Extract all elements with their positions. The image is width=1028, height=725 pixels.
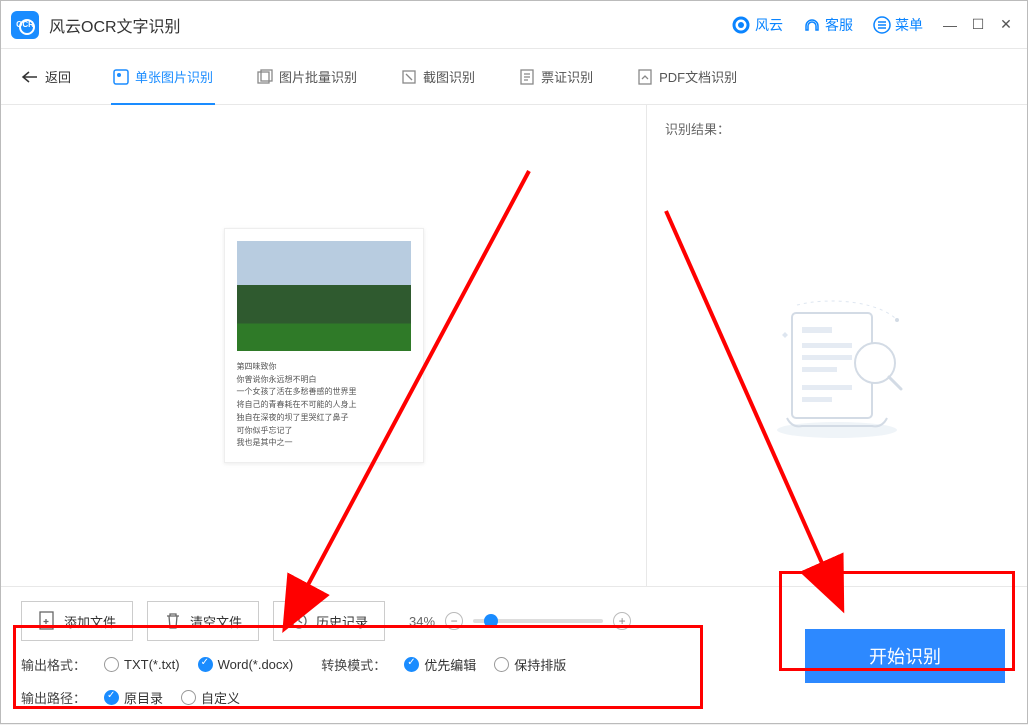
back-label: 返回 [45, 67, 71, 86]
tab-screenshot[interactable]: 截图识别 [399, 59, 477, 94]
path-custom-radio[interactable]: 自定义 [181, 688, 240, 707]
doc-line: 一个女孩了活在多愁善感的世界里 [237, 386, 411, 399]
mode-edit-radio[interactable]: 优先编辑 [404, 655, 476, 674]
mode-layout-radio[interactable]: 保持排版 [494, 655, 566, 674]
minimize-button[interactable]: — [939, 14, 961, 36]
result-header: 识别结果： [665, 119, 1009, 138]
support-button[interactable]: 客服 [803, 15, 853, 35]
target-icon [731, 15, 751, 35]
btn-label: 添加文件 [64, 612, 116, 631]
output-format-label: 输出格式： [21, 655, 86, 674]
tab-label: PDF文档识别 [659, 67, 737, 86]
zoom-slider[interactable] [473, 619, 603, 623]
zoom-out-button[interactable]: − [445, 612, 463, 630]
tab-label: 单张图片识别 [135, 67, 213, 86]
support-label: 客服 [825, 15, 853, 35]
doc-line: 你曾说你永远想不明白 [237, 374, 411, 387]
zoom-slider-thumb[interactable] [484, 614, 498, 628]
main-area: 第四味致你 你曾说你永远想不明白 一个女孩了活在多愁善感的世界里 将自己的青春耗… [1, 105, 1027, 586]
result-panel: 识别结果： [647, 105, 1027, 586]
radio-label: 优先编辑 [424, 655, 476, 674]
trash-icon [164, 611, 182, 631]
titlebar: OCR 风云OCR文字识别 风云 客服 菜单 — ☐ ✕ [1, 1, 1027, 49]
add-file-button[interactable]: 添加文件 [21, 601, 133, 641]
preview-panel: 第四味致你 你曾说你永远想不明白 一个女孩了活在多愁善感的世界里 将自己的青春耗… [1, 105, 647, 586]
pdf-icon [637, 69, 653, 85]
back-button[interactable]: 返回 [21, 67, 71, 86]
menu-button[interactable]: 菜单 [873, 15, 923, 35]
doc-line: 独自在深夜的坝了里哭红了鼻子 [237, 412, 411, 425]
tab-label: 截图识别 [423, 67, 475, 86]
preview-viewport[interactable]: 第四味致你 你曾说你永远想不明白 一个女孩了活在多愁善感的世界里 将自己的青春耗… [1, 105, 646, 586]
format-word-radio[interactable]: Word(*.docx) [198, 657, 294, 672]
zoom-value: 34% [409, 614, 435, 629]
document-text: 第四味致你 你曾说你永远想不明白 一个女孩了活在多愁善感的世界里 将自己的青春耗… [237, 361, 411, 451]
tab-batch-image[interactable]: 图片批量识别 [255, 59, 359, 94]
brand-label: 风云 [755, 15, 783, 35]
crop-icon [401, 69, 417, 85]
output-path-row: 输出路径： 原目录 自定义 [21, 688, 1007, 707]
result-placeholder [665, 168, 1009, 572]
receipt-icon [519, 69, 535, 85]
tab-label: 票证识别 [541, 67, 593, 86]
maximize-button[interactable]: ☐ [967, 14, 989, 36]
format-txt-radio[interactable]: TXT(*.txt) [104, 657, 180, 672]
clear-file-button[interactable]: 清空文件 [147, 601, 259, 641]
output-path-label: 输出路径： [21, 688, 86, 707]
document-preview: 第四味致你 你曾说你永远想不明白 一个女孩了活在多愁善感的世界里 将自己的青春耗… [224, 228, 424, 464]
images-icon [257, 69, 273, 85]
arrow-left-icon [21, 70, 39, 84]
clock-icon [290, 612, 308, 630]
document-placeholder-icon [757, 295, 917, 445]
zoom-control: 34% − + [409, 612, 631, 630]
tab-single-image[interactable]: 单张图片识别 [111, 59, 215, 94]
file-add-icon [38, 611, 56, 631]
zoom-in-button[interactable]: + [613, 612, 631, 630]
bottom-panel: 添加文件 清空文件 历史记录 34% − + 输出格式： TXT(*.txt) [1, 586, 1027, 723]
app-logo: OCR [11, 11, 39, 39]
app-title: 风云OCR文字识别 [49, 13, 181, 37]
document-image [237, 241, 411, 351]
start-recognize-button[interactable]: 开始识别 [805, 629, 1005, 683]
history-button[interactable]: 历史记录 [273, 601, 385, 641]
tab-bar: 返回 单张图片识别 图片批量识别 截图识别 票证识别 PDF文档识别 [1, 49, 1027, 105]
convert-mode-label: 转换模式： [321, 655, 386, 674]
radio-label: Word(*.docx) [218, 657, 294, 672]
menu-label: 菜单 [895, 15, 923, 35]
radio-label: 保持排版 [514, 655, 566, 674]
path-original-radio[interactable]: 原目录 [104, 688, 163, 707]
close-button[interactable]: ✕ [995, 14, 1017, 36]
radio-label: 自定义 [201, 688, 240, 707]
btn-label: 清空文件 [190, 612, 242, 631]
headset-icon [803, 16, 821, 34]
menu-icon [873, 16, 891, 34]
tab-receipt[interactable]: 票证识别 [517, 59, 595, 94]
brand-button[interactable]: 风云 [731, 15, 783, 35]
doc-line: 我也是其中之一 [237, 437, 411, 450]
tab-label: 图片批量识别 [279, 67, 357, 86]
radio-label: TXT(*.txt) [124, 657, 180, 672]
doc-line: 可你似乎忘记了 [237, 425, 411, 438]
primary-label: 开始识别 [869, 643, 941, 669]
doc-line: 将自己的青春耗在不可能的人身上 [237, 399, 411, 412]
tab-pdf[interactable]: PDF文档识别 [635, 59, 739, 94]
radio-label: 原目录 [124, 688, 163, 707]
image-icon [113, 69, 129, 85]
btn-label: 历史记录 [316, 612, 368, 631]
doc-line: 第四味致你 [237, 361, 411, 374]
